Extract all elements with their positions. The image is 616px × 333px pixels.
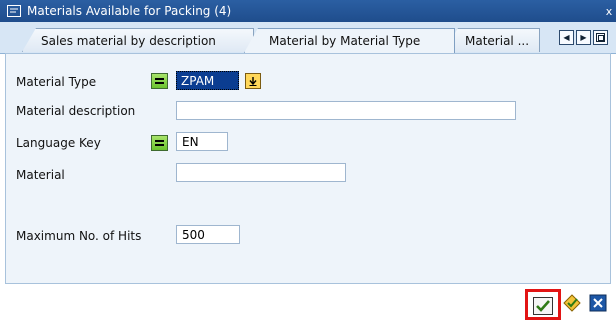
material-type-input[interactable]: ZPAM (176, 71, 239, 90)
language-key-input[interactable]: EN (176, 132, 228, 151)
chevron-left-icon: ◀ (563, 33, 570, 42)
material-description-input[interactable] (176, 101, 516, 120)
cancel-icon (589, 294, 607, 312)
tab-sales-material-by-description[interactable]: Sales material by description (22, 28, 254, 52)
material-description-label: Material description (16, 104, 136, 118)
window-titlebar: Materials Available for Packing (4) x (0, 0, 616, 22)
tab-material-by-material-type[interactable]: Material by Material Type (244, 28, 455, 53)
continue-button-highlight (525, 289, 561, 320)
check-icon (536, 300, 550, 312)
tab-label: Material by Material Type (269, 34, 421, 48)
language-key-label: Language Key (16, 136, 101, 150)
window-title: Materials Available for Packing (4) (27, 4, 232, 18)
tab-material-truncated[interactable]: Material ... (444, 28, 540, 52)
close-icon[interactable]: x (601, 0, 616, 22)
language-key-option-button[interactable] (151, 135, 168, 151)
dialog-footer (0, 284, 616, 333)
cancel-button[interactable] (588, 294, 608, 312)
tab-prev-button[interactable]: ◀ (559, 30, 574, 45)
tab-list-icon (596, 33, 605, 42)
window-icon (7, 5, 21, 17)
value-help-button[interactable] (245, 73, 261, 89)
max-hits-input[interactable]: 500 (176, 225, 240, 244)
continue-button[interactable] (533, 297, 553, 315)
equals-icon (155, 140, 164, 146)
material-type-label: Material Type (16, 75, 97, 89)
max-hits-label: Maximum No. of Hits (16, 229, 142, 243)
material-type-option-button[interactable] (151, 73, 168, 89)
material-input[interactable] (176, 163, 346, 182)
multiple-selection-icon (563, 294, 581, 312)
chevron-right-icon: ▶ (580, 33, 587, 42)
equals-icon (155, 78, 164, 84)
tab-next-button[interactable]: ▶ (576, 30, 591, 45)
multiple-selection-button[interactable] (562, 294, 582, 312)
tab-strip: Sales material by description Material .… (0, 22, 616, 54)
tab-label: Material ... (465, 33, 530, 48)
material-label: Material (16, 168, 65, 182)
tab-list-button[interactable] (593, 30, 608, 45)
tab-navigation: ◀ ▶ (559, 30, 608, 45)
tab-label: Sales material by description (41, 33, 216, 48)
arrow-down-icon (249, 76, 257, 86)
